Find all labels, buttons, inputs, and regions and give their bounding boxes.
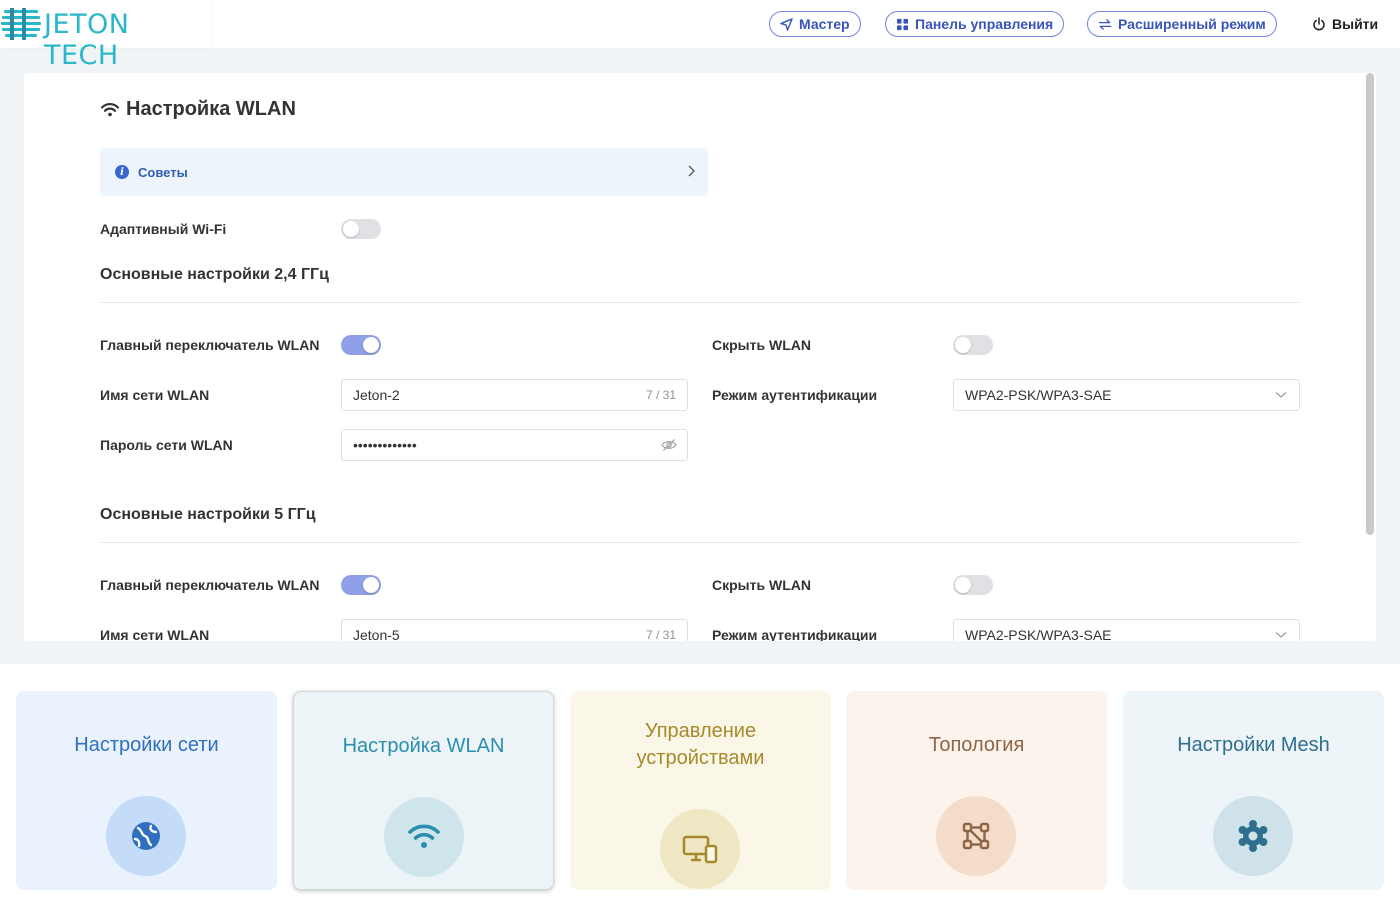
ssid-char-count-5: 7 / 31 — [645, 628, 676, 641]
logo-text: JETON TECH — [44, 9, 130, 71]
chevron-down-icon — [1275, 392, 1287, 398]
divider — [100, 542, 1300, 543]
auth-mode-value-5: WPA2-PSK/WPA3-SAE — [965, 627, 1112, 641]
logout-label: Выйти — [1332, 16, 1379, 32]
page-title-text: Настройка WLAN — [126, 98, 296, 120]
vertical-scrollbar[interactable] — [1366, 73, 1374, 535]
auth-mode-select-5[interactable]: WPA2-PSK/WPA3-SAE — [953, 619, 1300, 641]
eye-hidden-icon[interactable] — [661, 438, 677, 452]
ssid-label-5: Имя сети WLAN — [100, 627, 210, 641]
tile-device-management[interactable]: Управление устройствами — [570, 691, 831, 890]
tile-label: Управление устройствами — [636, 720, 765, 769]
divider — [100, 302, 1300, 303]
ssid-value-5: Jeton-5 — [353, 627, 400, 641]
logout-button[interactable]: Выйти — [1312, 11, 1378, 37]
topology-icon — [936, 796, 1016, 876]
grid-icon — [896, 18, 909, 30]
ssid-input-24[interactable]: Jeton-2 7 / 31 — [341, 379, 688, 411]
tile-topology[interactable]: Топология — [846, 691, 1107, 890]
monitor-icon — [660, 809, 740, 889]
tips-label: Советы — [138, 164, 188, 180]
password-input-24[interactable]: ••••••••••••• — [341, 429, 688, 461]
wlan-settings-card: Настройка WLAN i Советы Адаптивный Wi-Fi… — [24, 73, 1376, 641]
dashboard-button[interactable]: Панель управления — [885, 11, 1065, 37]
chevron-right-icon — [688, 165, 695, 177]
send-icon — [780, 17, 793, 31]
auth-mode-select-24[interactable]: WPA2-PSK/WPA3-SAE — [953, 379, 1300, 411]
main-switch-toggle-24[interactable] — [341, 335, 381, 355]
wizard-button[interactable]: Мастер — [769, 11, 861, 37]
section-title-5ghz: Основные настройки 5 ГГц — [100, 506, 316, 523]
ssid-input-5[interactable]: Jeton-5 7 / 31 — [341, 619, 688, 641]
mesh-gear-icon — [1213, 796, 1293, 876]
ssid-char-count-24: 7 / 31 — [645, 388, 676, 402]
logo[interactable]: JETON TECH — [0, 0, 210, 71]
password-value-24: ••••••••••••• — [353, 437, 417, 453]
swap-icon — [1098, 18, 1112, 30]
wifi-icon — [100, 102, 120, 116]
page-title: Настройка WLAN — [100, 98, 296, 121]
main-switch-toggle-5[interactable] — [341, 575, 381, 595]
auth-mode-label-5: Режим аутентификации — [712, 627, 878, 641]
main-switch-label-24: Главный переключатель WLAN — [100, 337, 320, 353]
dashboard-label: Панель управления — [915, 16, 1054, 32]
section-title-24ghz: Основные настройки 2,4 ГГц — [100, 266, 329, 283]
auth-mode-value-24: WPA2-PSK/WPA3-SAE — [965, 387, 1112, 403]
wizard-label: Мастер — [799, 16, 850, 32]
adaptive-wifi-label: Адаптивный Wi-Fi — [100, 221, 227, 237]
tile-label: Топология — [928, 734, 1025, 756]
advanced-label: Расширенный режим — [1118, 16, 1266, 32]
tile-label: Настройки сети — [74, 734, 219, 756]
hide-wlan-toggle-5[interactable] — [953, 575, 993, 595]
wifi-icon — [384, 797, 464, 877]
quick-nav-bar: Настройки сети Настройка WLAN Управление… — [0, 664, 1400, 915]
hide-wlan-label-24: Скрыть WLAN — [712, 337, 811, 353]
password-label-24: Пароль сети WLAN — [100, 437, 233, 453]
tile-label: Настройки Mesh — [1177, 734, 1330, 756]
chevron-down-icon — [1275, 632, 1287, 638]
advanced-mode-button[interactable]: Расширенный режим — [1087, 11, 1277, 37]
hide-wlan-label-5: Скрыть WLAN — [712, 577, 811, 593]
tile-label: Настройка WLAN — [342, 735, 505, 757]
ssid-value-24: Jeton-2 — [353, 387, 400, 403]
tile-mesh-settings[interactable]: Настройки Mesh — [1123, 691, 1384, 890]
ssid-label-24: Имя сети WLAN — [100, 387, 210, 403]
info-icon: i — [115, 165, 129, 179]
top-header: JETON TECH Мастер Панель управления Расш… — [0, 0, 1400, 71]
globe-icon — [106, 796, 186, 876]
hide-wlan-toggle-24[interactable] — [953, 335, 993, 355]
adaptive-wifi-toggle[interactable] — [341, 219, 381, 239]
power-icon — [1313, 17, 1325, 31]
auth-mode-label-24: Режим аутентификации — [712, 387, 878, 403]
tile-network-settings[interactable]: Настройки сети — [16, 691, 277, 890]
tips-panel[interactable]: i Советы — [100, 148, 708, 196]
logo-mark-icon — [1, 8, 41, 40]
main-switch-label-5: Главный переключатель WLAN — [100, 577, 320, 593]
tile-wlan-settings[interactable]: Настройка WLAN — [293, 691, 554, 890]
